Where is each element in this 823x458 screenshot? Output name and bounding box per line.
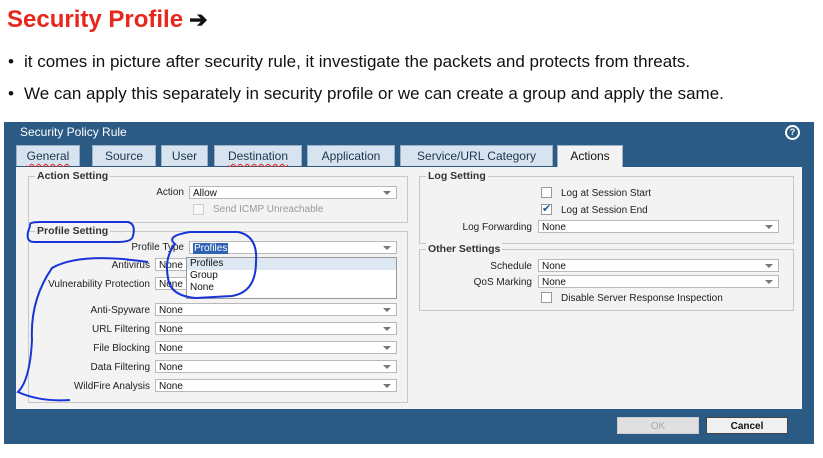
vulnerability-protection-value: None xyxy=(159,279,183,290)
log-forwarding-value: None xyxy=(542,222,566,233)
data-filtering-label: Data Filtering xyxy=(90,362,150,373)
profile-type-select[interactable]: Profiles xyxy=(189,241,397,254)
chevron-down-icon xyxy=(378,304,396,315)
other-settings-label: Other Settings xyxy=(426,243,503,255)
bullet-1: • it comes in picture after security rule… xyxy=(8,52,691,71)
ok-button[interactable]: OK xyxy=(617,417,699,434)
wildfire-analysis-value: None xyxy=(159,381,183,392)
dropdown-option-profiles[interactable]: Profiles xyxy=(187,258,396,270)
antivirus-label: Antivirus xyxy=(111,260,150,271)
dropdown-option-group[interactable]: Group xyxy=(187,270,396,282)
anti-spyware-value: None xyxy=(159,305,183,316)
bullet-1-text: it comes in picture after security rule,… xyxy=(24,52,691,71)
bullet-2-text: We can apply this separately in security… xyxy=(24,84,724,103)
chevron-down-icon xyxy=(378,342,396,353)
disable-server-response-checkbox[interactable] xyxy=(541,292,552,303)
cancel-button[interactable]: Cancel xyxy=(706,417,788,434)
chevron-down-icon xyxy=(760,221,778,232)
chevron-down-icon xyxy=(760,276,778,287)
profile-type-label: Profile Type xyxy=(131,242,184,253)
anti-spyware-label: Anti-Spyware xyxy=(90,305,150,316)
chevron-down-icon xyxy=(378,380,396,391)
log-session-start-checkbox[interactable] xyxy=(541,187,552,198)
icmp-unreachable-checkbox[interactable] xyxy=(193,204,204,215)
action-value: Allow xyxy=(193,188,217,199)
tab-general[interactable]: General xyxy=(16,145,80,166)
log-setting-label: Log Setting xyxy=(426,170,488,182)
dropdown-option-none[interactable]: None xyxy=(187,282,396,294)
action-setting-group: Action Setting xyxy=(28,170,408,223)
tab-user[interactable]: User xyxy=(161,145,208,166)
chevron-down-icon xyxy=(378,323,396,334)
chevron-down-icon xyxy=(378,242,396,253)
slide-title: Security Profile ➔ xyxy=(7,6,208,34)
schedule-select[interactable]: None xyxy=(538,259,779,272)
log-session-end-label: Log at Session End xyxy=(561,205,648,216)
chevron-down-icon xyxy=(378,361,396,372)
tab-source[interactable]: Source xyxy=(92,145,156,166)
chevron-down-icon xyxy=(378,187,396,198)
icmp-unreachable-label: Send ICMP Unreachable xyxy=(213,204,324,215)
help-icon[interactable]: ? xyxy=(785,125,800,140)
wildfire-analysis-label: WildFire Analysis xyxy=(73,381,150,392)
tab-actions[interactable]: Actions xyxy=(557,145,623,169)
log-session-end-checkbox[interactable] xyxy=(541,202,552,215)
schedule-value: None xyxy=(542,261,566,272)
url-filtering-label: URL Filtering xyxy=(92,324,150,335)
log-forwarding-label: Log Forwarding xyxy=(462,222,532,233)
file-blocking-label: File Blocking xyxy=(93,343,150,354)
qos-marking-value: None xyxy=(542,277,566,288)
right-arrow-icon: ➔ xyxy=(189,7,208,32)
wildfire-analysis-select[interactable]: None xyxy=(155,379,397,392)
disable-server-response-label: Disable Server Response Inspection xyxy=(561,293,723,304)
schedule-label: Schedule xyxy=(490,261,532,272)
log-forwarding-select[interactable]: None xyxy=(538,220,779,233)
tab-application[interactable]: Application xyxy=(307,145,395,166)
tab-destination[interactable]: Destination xyxy=(214,145,302,166)
log-session-start-label: Log at Session Start xyxy=(561,188,652,199)
anti-spyware-select[interactable]: None xyxy=(155,303,397,316)
vulnerability-protection-label: Vulnerability Protection xyxy=(48,279,150,290)
tab-service-url-category[interactable]: Service/URL Category xyxy=(400,145,553,166)
bullet-2: • We can apply this separately in securit… xyxy=(8,84,724,103)
qos-marking-select[interactable]: None xyxy=(538,275,779,288)
dialog-title: Security Policy Rule xyxy=(20,125,127,139)
url-filtering-select[interactable]: None xyxy=(155,322,397,335)
url-filtering-value: None xyxy=(159,324,183,335)
action-label: Action xyxy=(156,187,184,198)
slide-title-text: Security Profile xyxy=(7,6,184,33)
action-setting-label: Action Setting xyxy=(35,170,111,182)
file-blocking-value: None xyxy=(159,343,183,354)
antivirus-value: None xyxy=(159,260,183,271)
profile-type-value: Profiles xyxy=(193,243,229,254)
data-filtering-select[interactable]: None xyxy=(155,360,397,373)
file-blocking-select[interactable]: None xyxy=(155,341,397,354)
action-select[interactable]: Allow xyxy=(189,186,397,199)
qos-marking-label: QoS Marking xyxy=(473,277,532,288)
chevron-down-icon xyxy=(760,260,778,271)
profile-setting-label: Profile Setting xyxy=(35,225,111,237)
data-filtering-value: None xyxy=(159,362,183,373)
profile-type-dropdown-menu: Profiles Group None xyxy=(186,257,397,299)
